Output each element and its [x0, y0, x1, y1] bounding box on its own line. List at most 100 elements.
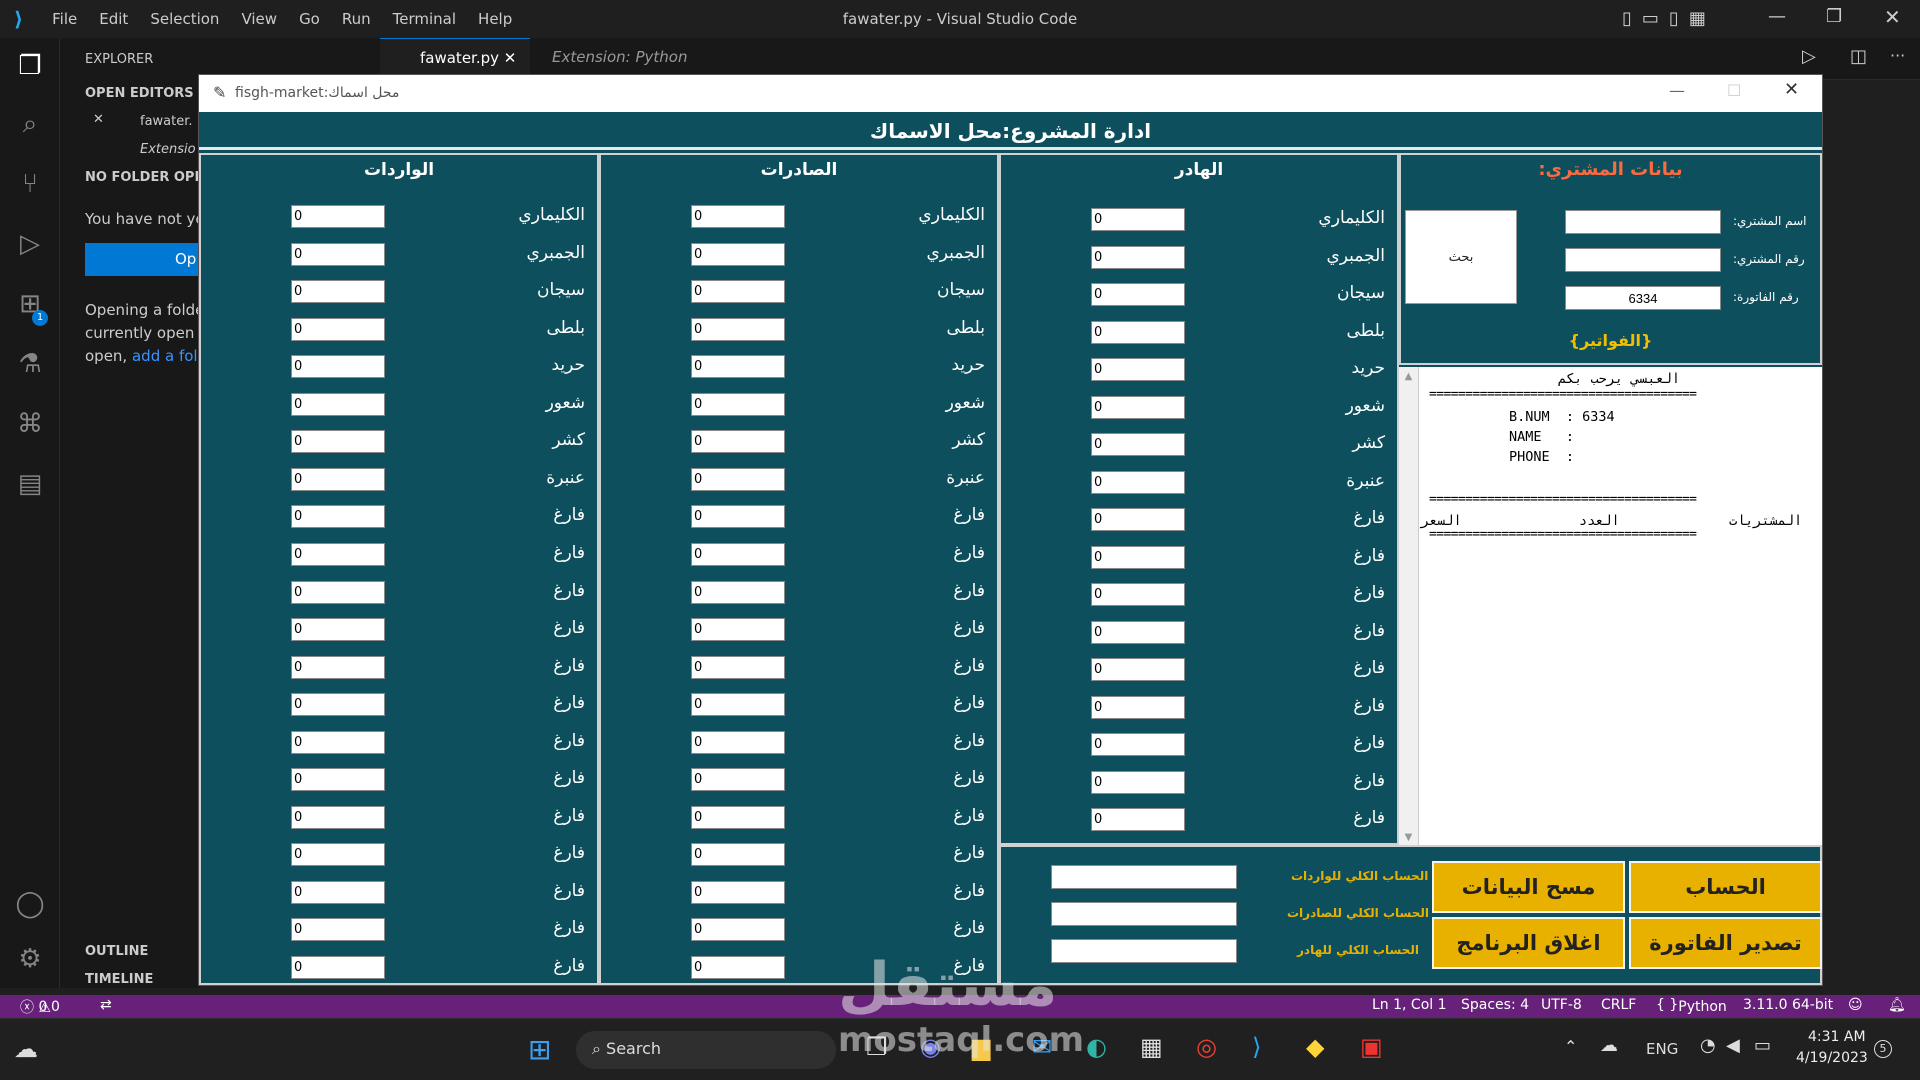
quantity-input[interactable]: [1091, 395, 1185, 419]
close-program-button[interactable]: اغلاق البرنامج: [1432, 917, 1625, 969]
quantity-input[interactable]: [1091, 770, 1185, 794]
open-folder-button[interactable]: Op: [85, 243, 200, 276]
vscode-taskbar-icon[interactable]: ⟩: [1252, 1033, 1261, 1061]
quantity-input[interactable]: [1091, 245, 1185, 269]
python-icon[interactable]: ◆: [1306, 1033, 1324, 1061]
menu-selection[interactable]: Selection: [150, 10, 219, 28]
quantity-input[interactable]: [691, 880, 785, 904]
battery-icon[interactable]: ▭: [1754, 1035, 1771, 1056]
taskbar-search[interactable]: ⌕ Search: [576, 1031, 836, 1069]
tab-close-icon[interactable]: ✕: [504, 49, 517, 67]
quantity-input[interactable]: [691, 580, 785, 604]
quantity-input[interactable]: [691, 618, 785, 642]
quantity-input[interactable]: [291, 918, 385, 942]
scroll-down-icon[interactable]: ▼: [1399, 832, 1418, 843]
quantity-input[interactable]: [1091, 433, 1185, 456]
quantity-input[interactable]: [1091, 208, 1185, 231]
quantity-input[interactable]: [1091, 358, 1185, 381]
quantity-input[interactable]: [691, 205, 785, 228]
testing-icon[interactable]: ⚗: [14, 348, 46, 380]
edge-icon[interactable]: ◐: [1086, 1033, 1107, 1061]
terminal-icon[interactable]: ▤: [14, 468, 46, 500]
onedrive-icon[interactable]: ☁: [1600, 1035, 1618, 1056]
customer-name-input[interactable]: [1565, 210, 1721, 234]
quantity-input[interactable]: [291, 768, 385, 792]
quantity-input[interactable]: [291, 693, 385, 717]
quantity-input[interactable]: [291, 655, 385, 679]
interpreter[interactable]: 3.11.0 64-bit: [1743, 997, 1833, 1013]
total-imports-input[interactable]: [1051, 865, 1237, 889]
quantity-input[interactable]: [1091, 695, 1185, 719]
store-icon[interactable]: ▦: [1140, 1033, 1163, 1061]
quantity-input[interactable]: [291, 355, 385, 379]
quantity-input[interactable]: [691, 355, 785, 379]
quantity-input[interactable]: [691, 843, 785, 867]
notification-badge[interactable]: 5: [1874, 1040, 1892, 1058]
split-editor-icon[interactable]: ◫: [1850, 46, 1867, 67]
quantity-input[interactable]: [291, 880, 385, 904]
open-editor-ext-item[interactable]: Extensio: [140, 142, 196, 157]
no-folder-header[interactable]: NO FOLDER OPEN: [85, 170, 214, 185]
calculate-button[interactable]: الحساب: [1629, 861, 1822, 913]
quantity-input[interactable]: [291, 505, 385, 529]
quantity-input[interactable]: [291, 805, 385, 829]
quantity-input[interactable]: [691, 693, 785, 717]
search-button[interactable]: بحث: [1405, 210, 1517, 304]
weather-icon[interactable]: ☁: [14, 1035, 38, 1063]
quantity-input[interactable]: [291, 542, 385, 566]
volume-icon[interactable]: ◀: [1726, 1035, 1740, 1056]
quantity-input[interactable]: [691, 280, 785, 304]
quantity-input[interactable]: [691, 467, 785, 491]
settings-gear-icon[interactable]: ⚙: [14, 943, 46, 975]
customer-phone-input[interactable]: [1565, 248, 1721, 272]
quantity-input[interactable]: [691, 242, 785, 266]
clear-data-button[interactable]: مسح البيانات: [1432, 861, 1625, 913]
quantity-input[interactable]: [691, 430, 785, 454]
quantity-input[interactable]: [691, 956, 785, 979]
ports-icon[interactable]: ⇄: [100, 997, 112, 1013]
quantity-input[interactable]: [291, 618, 385, 642]
feedback-icon[interactable]: ☺: [1848, 997, 1863, 1013]
quantity-input[interactable]: [1091, 658, 1185, 681]
bell-icon[interactable]: 🔔︎: [1888, 997, 1906, 1013]
quantity-input[interactable]: [691, 768, 785, 792]
eol[interactable]: CRLF: [1601, 997, 1636, 1013]
wifi-icon[interactable]: ◔: [1700, 1035, 1716, 1056]
export-invoice-button[interactable]: تصدير الفاتورة: [1629, 917, 1822, 969]
problems-indicator[interactable]: ⓧ 0 ⚠ 0: [20, 997, 60, 1017]
open-editors-header[interactable]: OPEN EDITORS: [85, 86, 194, 101]
quantity-input[interactable]: [291, 392, 385, 416]
bill-scrollbar[interactable]: ▲ ▼: [1399, 367, 1419, 845]
close-icon[interactable]: ✕: [1884, 5, 1901, 29]
maximize-icon[interactable]: ❐: [1826, 6, 1842, 27]
clock-time[interactable]: 4:31 AM: [1808, 1029, 1866, 1045]
minimize-icon[interactable]: —: [1768, 6, 1786, 27]
layout-icons[interactable]: ▯▭▯▦: [1622, 8, 1716, 29]
quantity-input[interactable]: [291, 280, 385, 304]
invoice-number-input[interactable]: [1565, 286, 1721, 310]
app-maximize-icon[interactable]: ☐: [1727, 81, 1741, 100]
quantity-input[interactable]: [691, 730, 785, 754]
quantity-input[interactable]: [1091, 320, 1185, 344]
quantity-input[interactable]: [1091, 583, 1185, 606]
menu-edit[interactable]: Edit: [99, 10, 128, 28]
quantity-input[interactable]: [1091, 808, 1185, 831]
quantity-input[interactable]: [691, 392, 785, 416]
menu-terminal[interactable]: Terminal: [393, 10, 456, 28]
app-close-icon[interactable]: ✕: [1784, 79, 1799, 100]
language-mode[interactable]: { } Python: [1656, 997, 1727, 1015]
total-exports-input[interactable]: [1051, 902, 1237, 926]
cursor-position[interactable]: Ln 1, Col 1: [1372, 997, 1447, 1013]
run-icon[interactable]: ▷: [1802, 46, 1816, 67]
quantity-input[interactable]: [1091, 283, 1185, 306]
quantity-input[interactable]: [1091, 545, 1185, 569]
quantity-input[interactable]: [691, 542, 785, 566]
quantity-input[interactable]: [291, 205, 385, 228]
quantity-input[interactable]: [1091, 733, 1185, 756]
indentation[interactable]: Spaces: 4: [1461, 997, 1529, 1013]
quantity-input[interactable]: [291, 843, 385, 867]
encoding[interactable]: UTF-8: [1541, 997, 1582, 1013]
open-editor-item[interactable]: fawater.: [140, 114, 193, 129]
quantity-input[interactable]: [1091, 508, 1185, 531]
account-icon[interactable]: ◯: [14, 888, 46, 920]
